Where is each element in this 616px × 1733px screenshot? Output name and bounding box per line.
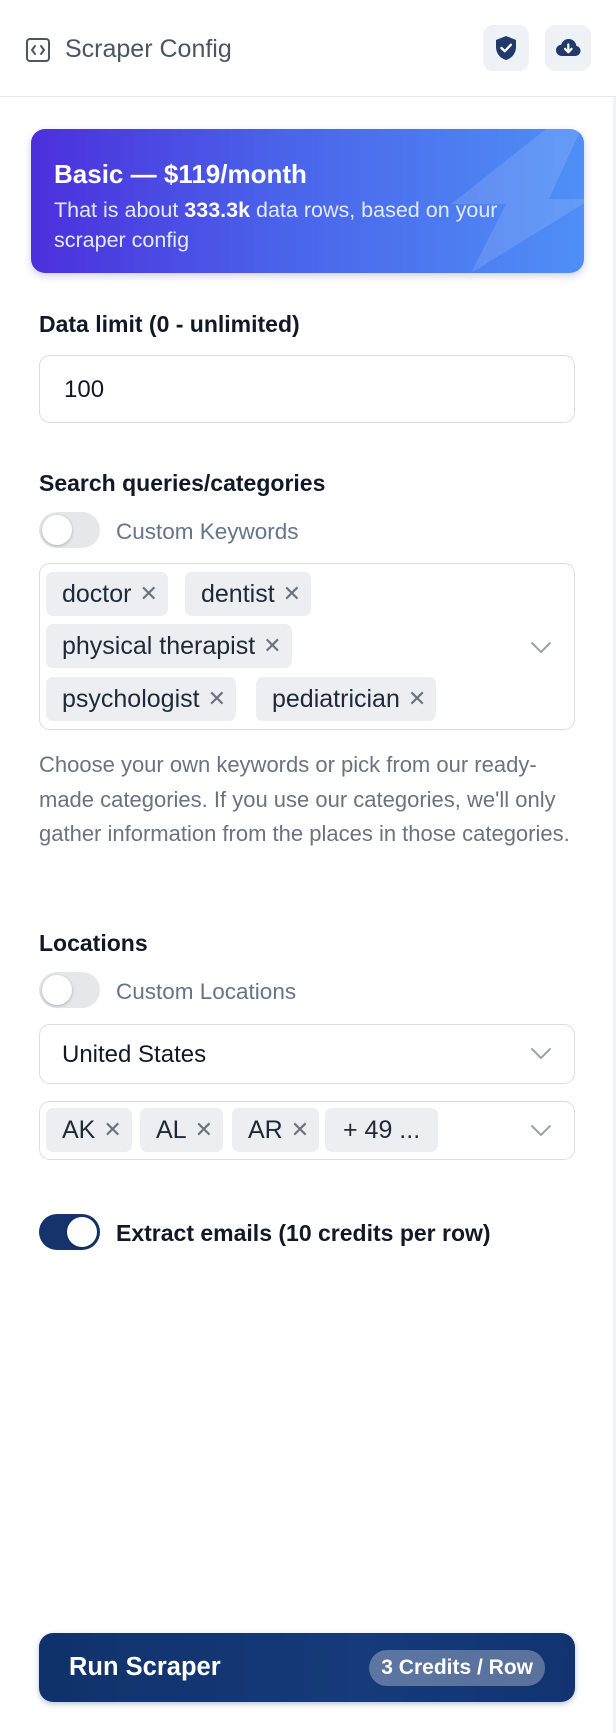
- pricing-banner: Basic — $119/month That is about 333.3k …: [31, 129, 584, 273]
- states-select[interactable]: AK ✕ AL ✕ AR ✕ + 49 ...: [39, 1101, 575, 1160]
- data-limit-input[interactable]: 100: [39, 355, 575, 423]
- run-scraper-button[interactable]: Run Scraper 3 Credits / Row: [39, 1633, 575, 1702]
- data-limit-value: 100: [64, 376, 105, 403]
- extract-emails-toggle[interactable]: [39, 1214, 100, 1250]
- shield-check-icon: [496, 36, 516, 60]
- page-title: Scraper Config: [65, 35, 232, 63]
- custom-keywords-label: Custom Keywords: [116, 519, 299, 544]
- run-scraper-label: Run Scraper: [69, 1653, 221, 1681]
- plan-subtitle: That is about 333.3k data rows, based on…: [54, 198, 498, 252]
- keyword-tag: doctor ✕: [46, 572, 168, 616]
- keyword-tag: psychologist ✕: [46, 677, 237, 721]
- security-button[interactable]: [483, 25, 529, 71]
- code-icon: [26, 37, 50, 62]
- chevron-down-icon[interactable]: [530, 1124, 552, 1138]
- plan-title: Basic — $119/month: [54, 159, 307, 189]
- keyword-tag: dentist ✕: [185, 572, 312, 616]
- keyword-tag: physical therapist ✕: [46, 624, 292, 668]
- remove-tag-icon[interactable]: ✕: [195, 1117, 213, 1143]
- remove-tag-icon[interactable]: ✕: [408, 686, 426, 712]
- row-estimate: 333.3k: [184, 198, 251, 222]
- remove-tag-icon[interactable]: ✕: [208, 686, 226, 712]
- remove-tag-icon[interactable]: ✕: [263, 633, 281, 659]
- chevron-down-icon[interactable]: [530, 1047, 552, 1061]
- keyword-tag: pediatrician ✕: [256, 677, 437, 721]
- chevron-down-icon[interactable]: [530, 641, 552, 655]
- custom-locations-toggle[interactable]: [39, 972, 100, 1008]
- extract-emails-label: Extract emails (10 credits per row): [116, 1220, 491, 1246]
- remove-tag-icon[interactable]: ✕: [139, 581, 157, 607]
- country-select[interactable]: United States: [39, 1024, 575, 1084]
- remove-tag-icon[interactable]: ✕: [291, 1117, 309, 1143]
- remove-tag-icon[interactable]: ✕: [103, 1117, 121, 1143]
- download-button[interactable]: [545, 25, 591, 71]
- header-title-group: Scraper Config: [25, 35, 232, 64]
- credits-badge: 3 Credits / Row: [369, 1650, 545, 1686]
- state-tag: AR ✕: [232, 1108, 320, 1152]
- locations-label: Locations: [39, 930, 148, 956]
- state-tag: AL ✕: [140, 1108, 224, 1152]
- custom-locations-label: Custom Locations: [116, 979, 297, 1004]
- search-queries-label: Search queries/categories: [39, 470, 326, 496]
- header: Scraper Config: [0, 0, 616, 97]
- country-value: United States: [62, 1041, 207, 1068]
- data-limit-label: Data limit (0 - unlimited): [39, 311, 300, 337]
- cloud-download-icon: [556, 39, 581, 56]
- remove-tag-icon[interactable]: ✕: [283, 581, 301, 607]
- state-tag: AK ✕: [46, 1108, 132, 1152]
- custom-keywords-toggle[interactable]: [39, 512, 100, 548]
- keywords-help-text: Choose your own keywords or pick from ou…: [39, 752, 570, 846]
- more-states-tag[interactable]: + 49 ...: [325, 1108, 439, 1152]
- keywords-select[interactable]: doctor ✕ dentist ✕ physical therapist ✕ psy…: [39, 563, 575, 730]
